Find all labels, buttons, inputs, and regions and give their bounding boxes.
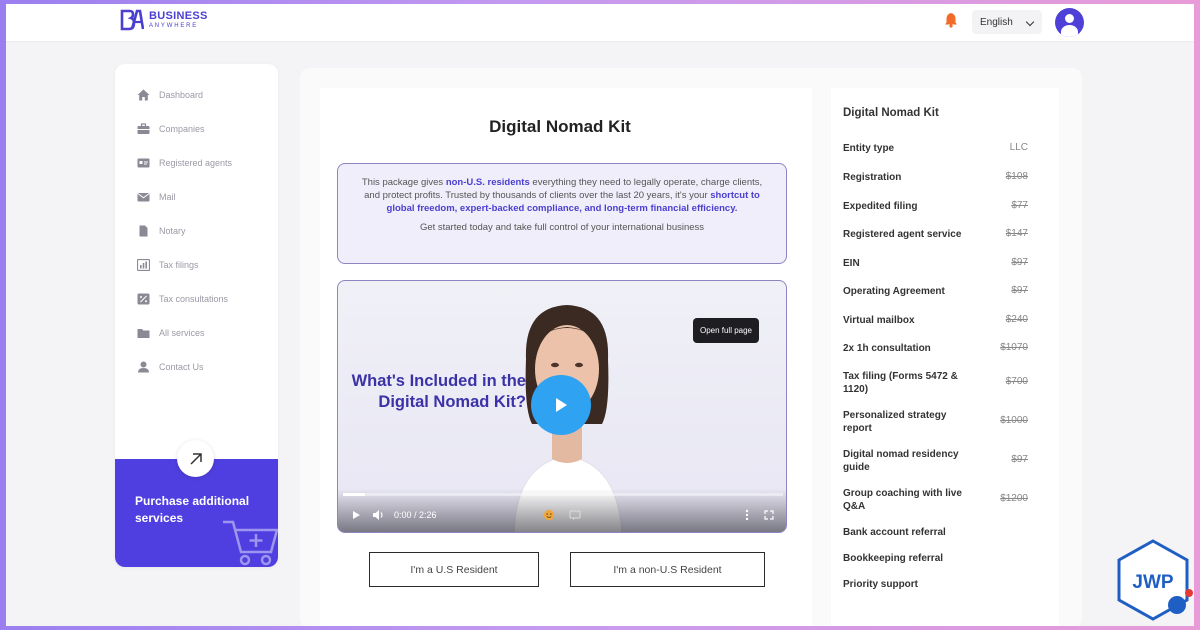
summary-row-label: Entity type bbox=[843, 143, 895, 154]
summary-row-label: Bookkeeping referral bbox=[843, 553, 944, 564]
summary-row-label: Tax filing (Forms 5472 & 1120) bbox=[843, 371, 958, 395]
summary-row-price: $1200 bbox=[1000, 493, 1028, 504]
package-description: This package gives non-U.S. residents ev… bbox=[337, 163, 787, 264]
arrow-up-right-icon bbox=[189, 452, 202, 465]
cart-icon bbox=[223, 520, 278, 566]
top-bar: BUSINESS ANYWHERE English bbox=[6, 4, 1194, 42]
summary-row-label: 2x 1h consultation bbox=[843, 343, 931, 354]
sidebar-item-tax-consultations[interactable]: Tax consultations bbox=[137, 291, 228, 307]
more-options-icon[interactable] bbox=[741, 509, 753, 521]
sidebar-item-contact-us[interactable]: Contact Us bbox=[137, 359, 204, 375]
purchase-arrow-button[interactable] bbox=[177, 440, 214, 477]
video-time: 0:00 / 2:26 bbox=[394, 510, 437, 520]
summary-row-price: $97 bbox=[1011, 257, 1028, 268]
summary-title: Digital Nomad Kit bbox=[843, 107, 939, 119]
summary-row-label: Bank account referral bbox=[843, 527, 946, 538]
summary-row-price: $240 bbox=[1005, 314, 1028, 325]
summary-row-price: $97 bbox=[1011, 285, 1028, 296]
sidebar-item-label: Tax filings bbox=[159, 260, 199, 270]
tax-icon bbox=[137, 259, 150, 271]
sidebar-item-all-services[interactable]: All services bbox=[137, 325, 205, 341]
summary-row-label: Digital nomad residency guide bbox=[843, 449, 959, 473]
summary-row-label: Expedited filing bbox=[843, 201, 918, 212]
bell-icon[interactable] bbox=[944, 12, 958, 28]
sidebar-item-mail[interactable]: Mail bbox=[137, 189, 176, 205]
sidebar-item-label: Dashboard bbox=[159, 90, 204, 100]
percent-icon bbox=[137, 293, 150, 305]
logo-title: BUSINESS bbox=[149, 10, 208, 22]
logo-mark-icon bbox=[120, 9, 144, 31]
sidebar-item-registered-agents[interactable]: Registered agents bbox=[137, 155, 232, 171]
summary-card bbox=[831, 88, 1059, 626]
folder-icon bbox=[137, 327, 150, 339]
open-full-page-tooltip[interactable]: Open full page bbox=[693, 318, 759, 343]
video-player[interactable]: What's Included in the Digital Nomad Kit… bbox=[337, 280, 787, 533]
description-text: This package gives non-U.S. residents ev… bbox=[361, 177, 763, 214]
summary-row-price: $700 bbox=[1005, 376, 1028, 387]
summary-row-price: $1000 bbox=[1000, 415, 1028, 426]
summary-row-label: Group coaching with live Q&A bbox=[843, 488, 962, 512]
avatar[interactable] bbox=[1055, 8, 1084, 37]
sidebar-item-label: Notary bbox=[159, 226, 186, 236]
sidebar-item-label: Companies bbox=[159, 124, 205, 134]
summary-row-price: $147 bbox=[1005, 228, 1028, 239]
sidebar-item-companies[interactable]: Companies bbox=[137, 121, 205, 137]
document-icon bbox=[137, 225, 150, 237]
play-small-icon[interactable] bbox=[350, 509, 362, 521]
video-progress-bar[interactable] bbox=[343, 493, 783, 496]
summary-row-label: Registration bbox=[843, 172, 902, 183]
sidebar-item-label: Registered agents bbox=[159, 158, 233, 168]
home-icon bbox=[137, 89, 150, 101]
summary-row-label: Priority support bbox=[843, 579, 919, 590]
summary-row-label: Personalized strategy report bbox=[843, 410, 947, 434]
logo-subtitle: ANYWHERE bbox=[149, 23, 199, 29]
watermark-text: JWP bbox=[1132, 572, 1174, 593]
sidebar-item-dashboard[interactable]: Dashboard bbox=[137, 87, 203, 103]
summary-row-label: Virtual mailbox bbox=[843, 315, 915, 326]
summary-row-label: Operating Agreement bbox=[843, 286, 945, 297]
summary-row-price: $1070 bbox=[1000, 342, 1028, 353]
id-card-icon bbox=[137, 157, 150, 169]
briefcase-icon bbox=[137, 123, 150, 135]
sidebar-item-label: Tax consultations bbox=[159, 294, 229, 304]
jwp-watermark-logo: JWP bbox=[1117, 539, 1193, 621]
us-resident-button[interactable]: I'm a U.S Resident bbox=[369, 552, 539, 587]
user-icon bbox=[137, 361, 150, 373]
fullscreen-icon[interactable] bbox=[763, 509, 775, 521]
summary-row-price: LLC bbox=[1009, 142, 1028, 153]
sidebar-item-label: Mail bbox=[159, 192, 176, 202]
description-cta: Get started today and take full control … bbox=[419, 222, 705, 233]
video-headline: What's Included in the Digital Nomad Kit… bbox=[351, 372, 526, 411]
volume-icon[interactable] bbox=[372, 509, 384, 521]
chevron-down-icon bbox=[1025, 17, 1035, 27]
sidebar-item-label: Contact Us bbox=[159, 362, 204, 372]
play-icon bbox=[556, 398, 567, 412]
language-label: English bbox=[980, 16, 1013, 28]
summary-row-label: Registered agent service bbox=[843, 229, 962, 240]
sidebar-item-label: All services bbox=[159, 328, 205, 338]
summary-row-label: EIN bbox=[843, 258, 860, 269]
non-us-resident-button[interactable]: I'm a non-U.S Resident bbox=[570, 552, 765, 587]
sidebar: Dashboard Companies Registered agents Ma… bbox=[115, 64, 278, 567]
language-select[interactable]: English bbox=[972, 10, 1042, 34]
summary-row-price: $108 bbox=[1005, 171, 1028, 182]
sidebar-item-tax-filings[interactable]: Tax filings bbox=[137, 257, 199, 273]
page-title: Digital Nomad Kit bbox=[489, 117, 631, 136]
captions-icon[interactable] bbox=[569, 509, 581, 521]
sidebar-item-notary[interactable]: Notary bbox=[137, 223, 186, 239]
summary-row-price: $97 bbox=[1011, 454, 1028, 465]
summary-row-price: $77 bbox=[1011, 200, 1028, 211]
emoji-icon[interactable] bbox=[543, 509, 555, 521]
logo[interactable]: BUSINESS ANYWHERE bbox=[120, 8, 208, 32]
mail-icon bbox=[137, 191, 150, 203]
play-button[interactable] bbox=[531, 375, 591, 435]
